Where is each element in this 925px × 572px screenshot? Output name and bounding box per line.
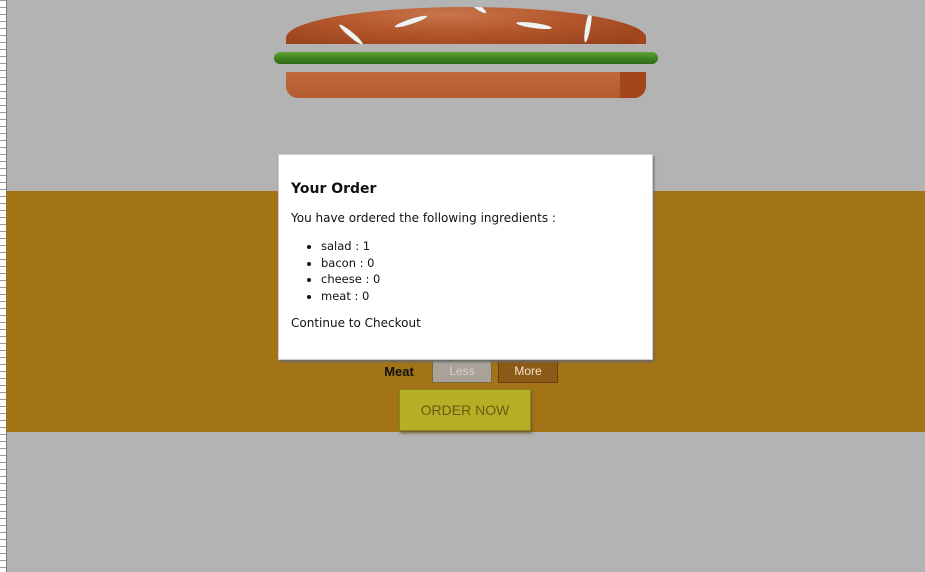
seed (515, 20, 553, 31)
seed (466, 7, 488, 15)
burger-preview (270, 0, 662, 110)
list-item: salad : 1 (321, 238, 640, 255)
continue-to-checkout: Continue to Checkout (291, 316, 421, 330)
salad-layer (274, 52, 658, 64)
seed (394, 13, 428, 30)
build-control-meat: Meat Less More (368, 359, 628, 383)
modal-title: Your Order (291, 181, 377, 197)
more-button[interactable]: More (498, 359, 558, 383)
ingredients-list: salad : 1 bacon : 0 cheese : 0 meat : 0 (291, 238, 640, 304)
order-summary-modal: Your Order You have ordered the followin… (278, 154, 653, 360)
list-item: bacon : 0 (321, 255, 640, 272)
modal-intro: You have ordered the following ingredien… (291, 211, 556, 225)
bread-top (286, 7, 646, 44)
bread-bottom (286, 72, 646, 98)
seed (582, 10, 594, 43)
list-item: meat : 0 (321, 288, 640, 305)
control-label: Meat (384, 363, 414, 379)
seed (337, 22, 365, 44)
order-now-button[interactable]: ORDER NOW (399, 389, 531, 431)
list-item: cheese : 0 (321, 271, 640, 288)
less-button[interactable]: Less (432, 359, 492, 383)
